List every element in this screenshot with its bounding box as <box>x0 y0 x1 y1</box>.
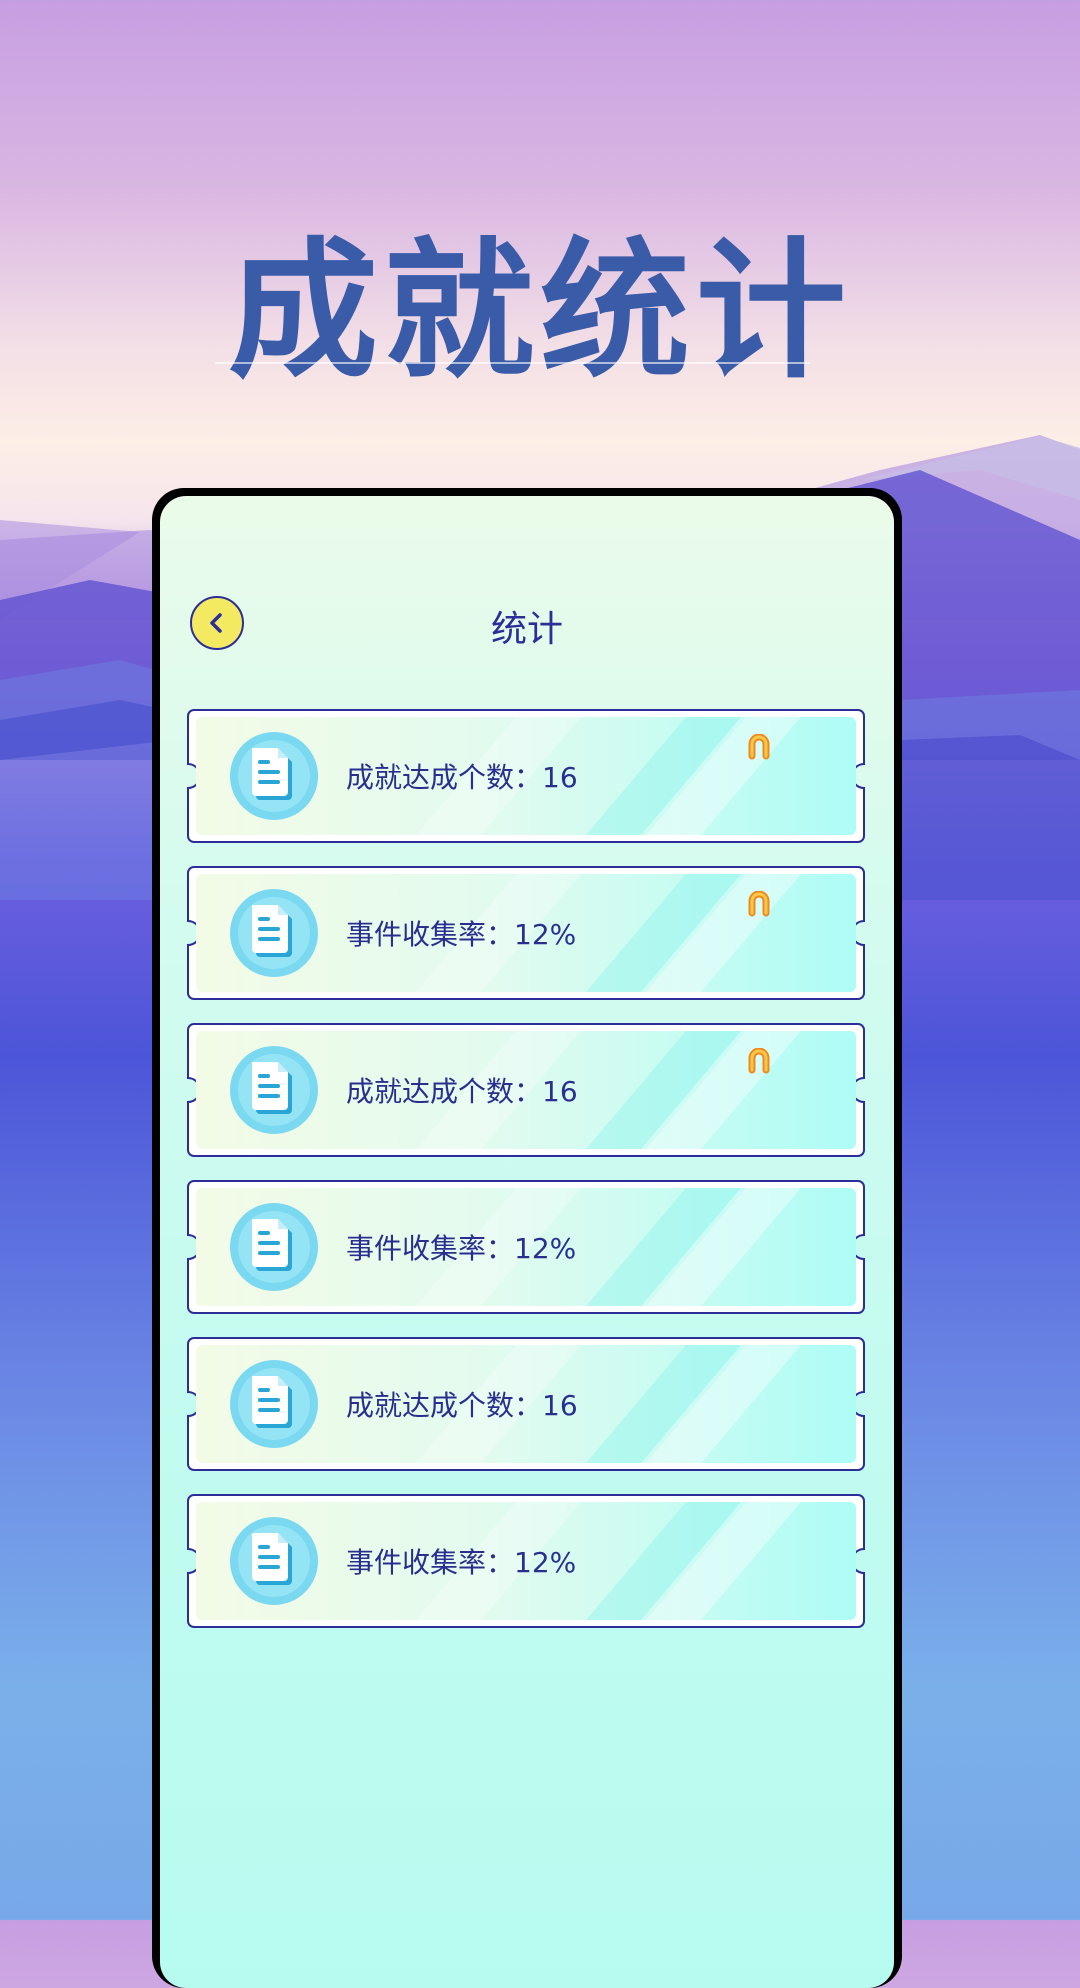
document-icon <box>230 1360 318 1448</box>
phone-frame: 统计 成就达成个数：16 事件收集率：12% 成就达成个数：16 事件收集率：1… <box>152 488 902 1988</box>
stat-card-5: 成就达成个数：16 <box>186 1336 866 1472</box>
badge-icon <box>748 891 770 917</box>
stat-label: 成就达成个数：16 <box>346 1075 578 1108</box>
badge-icon <box>748 734 770 760</box>
stat-label: 成就达成个数：16 <box>346 761 578 794</box>
document-icon <box>230 889 318 977</box>
stat-label: 事件收集率：12% <box>346 1546 577 1579</box>
stat-label: 事件收集率：12% <box>346 1232 577 1265</box>
stats-screen: 统计 成就达成个数：16 事件收集率：12% 成就达成个数：16 事件收集率：1… <box>160 496 894 1988</box>
stat-label: 成就达成个数：16 <box>346 1389 578 1422</box>
stat-label: 事件收集率：12% <box>346 918 577 951</box>
badge-icon <box>748 1048 770 1074</box>
document-icon <box>230 1517 318 1605</box>
stat-card-1: 成就达成个数：16 <box>186 708 866 844</box>
screen-title: 统计 <box>490 609 563 650</box>
stat-card-2: 事件收集率：12% <box>186 865 866 1001</box>
stat-card-4: 事件收集率：12% <box>186 1179 866 1315</box>
stat-card-3: 成就达成个数：16 <box>186 1022 866 1158</box>
document-icon <box>230 732 318 820</box>
stat-card-6: 事件收集率：12% <box>186 1493 866 1629</box>
hero-title: 成就统计 <box>227 225 852 399</box>
document-icon <box>230 1046 318 1134</box>
document-icon <box>230 1203 318 1291</box>
hero-divider <box>215 362 810 364</box>
